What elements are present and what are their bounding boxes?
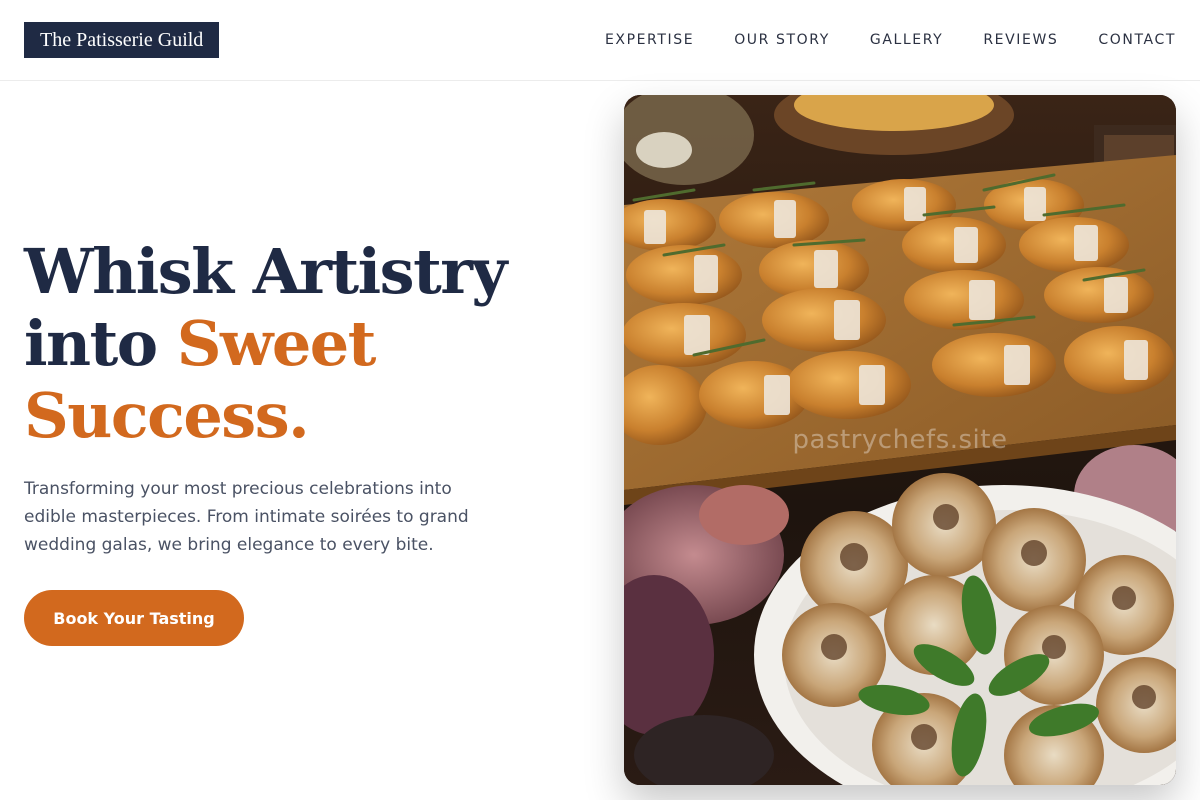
nav-link-our-story[interactable]: OUR STORY xyxy=(734,32,830,48)
hero-title-line-2: into Sweet xyxy=(24,308,584,380)
hero-title-line-1: Whisk Artistry xyxy=(24,235,507,308)
nav-link-reviews[interactable]: REVIEWS xyxy=(983,32,1058,48)
main-nav: EXPERTISE OUR STORY GALLERY REVIEWS CONT… xyxy=(605,0,1176,80)
hero-title-accent-sweet: Sweet xyxy=(176,307,377,380)
hero-title: Whisk Artistry into Sweet Success. xyxy=(24,236,584,452)
hero-pastry-image: pastrychefs.site xyxy=(624,95,1176,785)
nav-link-contact[interactable]: CONTACT xyxy=(1098,32,1176,48)
site-logo[interactable]: The Patisserie Guild xyxy=(24,22,220,58)
site-header: The Patisserie Guild EXPERTISE OUR STORY… xyxy=(0,0,1200,81)
pastry-photo-illustration xyxy=(624,95,1176,785)
nav-link-gallery[interactable]: GALLERY xyxy=(870,32,943,48)
nav-link-expertise[interactable]: EXPERTISE xyxy=(605,32,694,48)
book-tasting-button[interactable]: Book Your Tasting xyxy=(24,590,244,646)
hero-description: Transforming your most precious celebrat… xyxy=(24,479,469,555)
hero-title-accent-success: Success. xyxy=(24,379,310,452)
hero-title-plain: into xyxy=(24,307,177,380)
